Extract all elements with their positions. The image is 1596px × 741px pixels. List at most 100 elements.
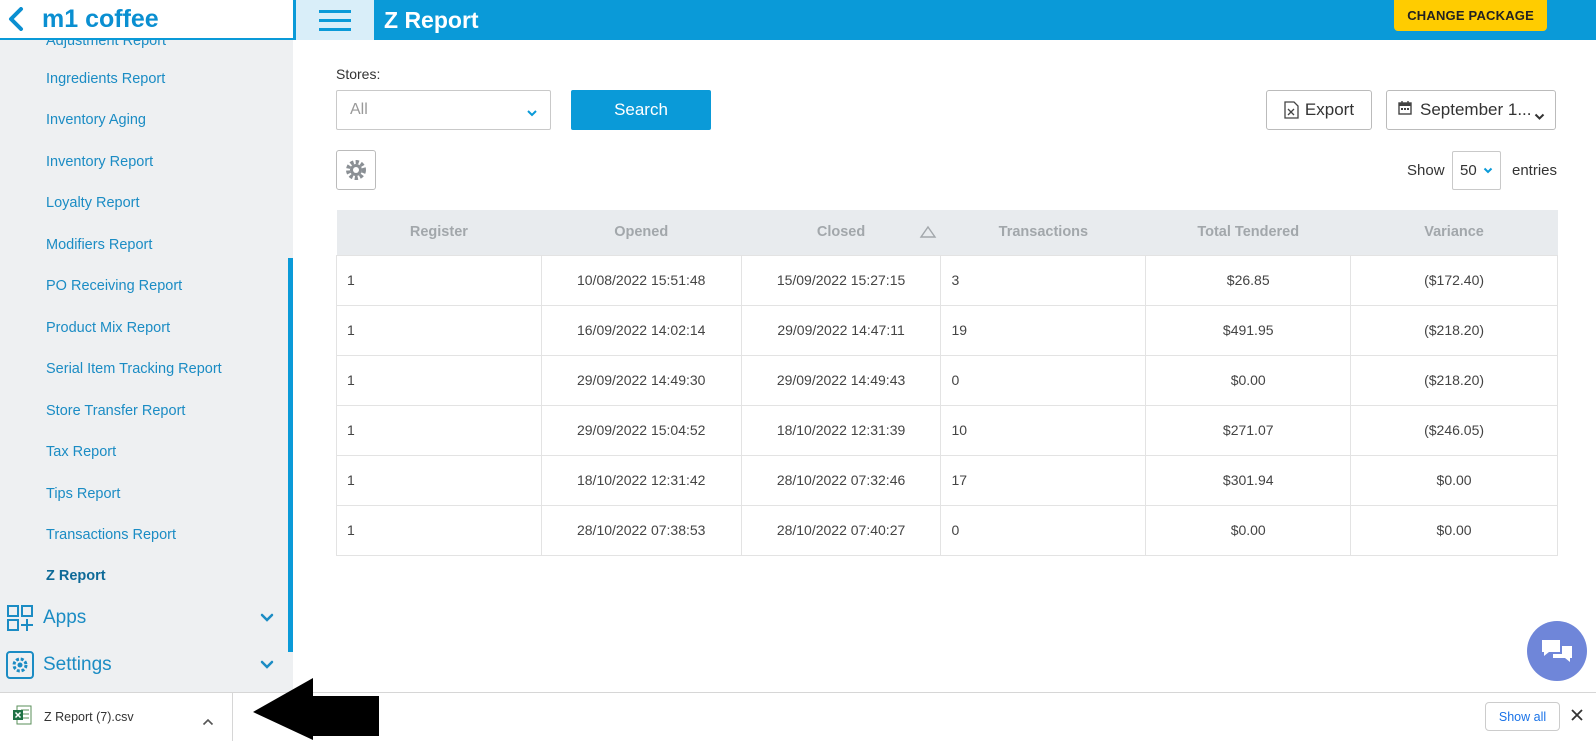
sidebar-scrollbar[interactable] xyxy=(288,258,293,652)
chat-bubbles-icon xyxy=(1542,640,1572,662)
entries-value: 50 xyxy=(1460,162,1477,179)
sidebar-item-tax-report[interactable]: Tax Report xyxy=(46,444,116,460)
cell-transactions: 19 xyxy=(940,304,1147,356)
sidebar-item-loyalty-report[interactable]: Loyalty Report xyxy=(46,195,140,211)
cell-total-tendered: $491.95 xyxy=(1145,304,1352,356)
cell-opened: 16/09/2022 14:02:14 xyxy=(540,304,742,356)
sidebar-item-adjustment-report[interactable]: Adjustment Report xyxy=(46,40,166,49)
sidebar-item-serial-item-tracking-report[interactable]: Serial Item Tracking Report xyxy=(46,361,222,377)
stores-select[interactable]: All xyxy=(336,90,551,130)
top-bar: Z Report CHANGE PACKAGE xyxy=(296,0,1596,40)
cell-variance: ($172.40) xyxy=(1350,254,1558,306)
hamburger-menu-button[interactable] xyxy=(296,0,374,40)
settings-icon xyxy=(5,650,35,680)
cell-variance: ($218.20) xyxy=(1350,354,1558,406)
show-all-downloads-button[interactable]: Show all xyxy=(1485,702,1560,731)
cell-closed: 15/09/2022 15:27:15 xyxy=(740,254,942,306)
sidebar-item-po-receiving-report[interactable]: PO Receiving Report xyxy=(46,278,182,294)
download-item[interactable]: Z Report (7).csv xyxy=(0,693,233,741)
hamburger-icon xyxy=(319,10,351,31)
sidebar-section-apps[interactable]: Apps xyxy=(0,598,288,638)
export-label: Export xyxy=(1304,100,1355,119)
sidebar: Adjustment Report Ingredients Report Inv… xyxy=(0,40,293,692)
cell-transactions: 10 xyxy=(940,404,1147,456)
sidebar-item-modifiers-report[interactable]: Modifiers Report xyxy=(46,237,152,253)
column-header-transactions[interactable]: Transactions xyxy=(940,210,1146,255)
stores-label: Stores: xyxy=(336,66,381,82)
gear-icon xyxy=(346,160,366,180)
column-header-total-tendered[interactable]: Total Tendered xyxy=(1145,210,1351,255)
cell-register: 1 xyxy=(336,504,542,556)
excel-file-icon xyxy=(1284,101,1299,119)
cell-transactions: 0 xyxy=(940,354,1147,406)
cell-closed: 29/09/2022 14:47:11 xyxy=(740,304,942,356)
sidebar-item-tips-report[interactable]: Tips Report xyxy=(46,486,120,502)
cell-register: 1 xyxy=(336,354,542,406)
chevron-down-icon xyxy=(1534,106,1545,126)
cell-variance: ($246.05) xyxy=(1350,404,1558,456)
cell-total-tendered: $26.85 xyxy=(1145,254,1352,306)
sidebar-item-z-report[interactable]: Z Report xyxy=(46,568,106,584)
cell-variance: $0.00 xyxy=(1350,454,1558,506)
column-settings-button[interactable] xyxy=(336,150,376,190)
download-bar: Z Report (7).csv Show all xyxy=(0,692,1596,741)
cell-register: 1 xyxy=(336,454,542,506)
apps-label: Apps xyxy=(43,607,87,628)
chevron-down-icon xyxy=(1483,167,1493,174)
column-header-closed[interactable]: Closed xyxy=(741,210,941,255)
date-range-picker[interactable]: September 1... xyxy=(1386,90,1556,130)
close-icon[interactable] xyxy=(1570,708,1584,727)
column-header-opened[interactable]: Opened xyxy=(541,210,742,255)
cell-transactions: 3 xyxy=(940,254,1147,306)
sidebar-item-inventory-aging[interactable]: Inventory Aging xyxy=(46,112,146,128)
sidebar-section-settings[interactable]: Settings xyxy=(0,645,288,685)
cell-opened: 29/09/2022 14:49:30 xyxy=(540,354,742,406)
cell-opened: 18/10/2022 12:31:42 xyxy=(540,454,742,506)
cell-closed: 18/10/2022 12:31:39 xyxy=(740,404,942,456)
cell-register: 1 xyxy=(336,304,542,356)
excel-csv-icon xyxy=(12,705,32,730)
cell-transactions: 17 xyxy=(940,454,1147,506)
table-row[interactable]: 1 29/09/2022 14:49:30 29/09/2022 14:49:4… xyxy=(336,354,1558,406)
column-header-register[interactable]: Register xyxy=(336,210,542,255)
cell-total-tendered: $0.00 xyxy=(1145,354,1352,406)
cell-variance: ($218.20) xyxy=(1350,304,1558,356)
sidebar-item-inventory-report[interactable]: Inventory Report xyxy=(46,154,153,170)
cell-opened: 10/08/2022 15:51:48 xyxy=(540,254,742,306)
calendar-icon xyxy=(1398,100,1412,120)
chevron-up-icon[interactable] xyxy=(202,713,214,731)
chevron-down-icon xyxy=(526,105,538,123)
export-button[interactable]: Export xyxy=(1266,90,1372,130)
chevron-down-icon xyxy=(260,610,274,628)
column-header-variance[interactable]: Variance xyxy=(1350,210,1558,255)
cell-closed: 29/09/2022 14:49:43 xyxy=(740,354,942,406)
table-row[interactable]: 1 29/09/2022 15:04:52 18/10/2022 12:31:3… xyxy=(336,404,1558,456)
sidebar-item-transactions-report[interactable]: Transactions Report xyxy=(46,527,176,543)
cell-register: 1 xyxy=(336,404,542,456)
chat-widget-button[interactable] xyxy=(1527,621,1587,681)
sort-icon[interactable] xyxy=(919,225,937,239)
table-row[interactable]: 1 16/09/2022 14:02:14 29/09/2022 14:47:1… xyxy=(336,304,1558,356)
entries-per-page-select[interactable]: 50 xyxy=(1452,151,1501,190)
sidebar-item-store-transfer-report[interactable]: Store Transfer Report xyxy=(46,403,185,419)
search-button[interactable]: Search xyxy=(571,90,711,130)
cell-variance: $0.00 xyxy=(1350,504,1558,556)
cell-transactions: 0 xyxy=(940,504,1147,556)
cell-closed: 28/10/2022 07:40:27 xyxy=(740,504,942,556)
sidebar-item-product-mix-report[interactable]: Product Mix Report xyxy=(46,320,170,336)
back-chevron-icon[interactable] xyxy=(8,6,30,32)
table-row[interactable]: 1 18/10/2022 12:31:42 28/10/2022 07:32:4… xyxy=(336,454,1558,506)
brand-name[interactable]: m1 coffee xyxy=(42,5,159,34)
show-entries-label: Show xyxy=(1407,162,1445,179)
cell-closed: 28/10/2022 07:32:46 xyxy=(740,454,942,506)
cell-total-tendered: $271.07 xyxy=(1145,404,1352,456)
apps-icon xyxy=(5,603,35,633)
change-package-button[interactable]: CHANGE PACKAGE xyxy=(1394,0,1547,31)
pointer-arrow-icon xyxy=(253,678,379,740)
table-row[interactable]: 1 10/08/2022 15:51:48 15/09/2022 15:27:1… xyxy=(336,254,1558,306)
sidebar-item-ingredients-report[interactable]: Ingredients Report xyxy=(46,71,165,87)
table-row[interactable]: 1 28/10/2022 07:38:53 28/10/2022 07:40:2… xyxy=(336,504,1558,556)
date-range-value: September 1... xyxy=(1420,100,1532,119)
sidebar-header: m1 coffee xyxy=(0,0,293,40)
chevron-down-icon xyxy=(260,657,274,675)
